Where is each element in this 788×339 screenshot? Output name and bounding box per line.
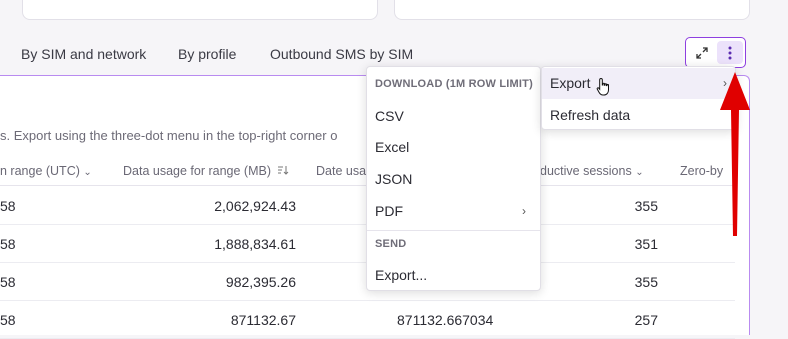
- tab-by-sim-and-network[interactable]: By SIM and network: [21, 46, 146, 62]
- more-actions-button[interactable]: [717, 41, 743, 64]
- cell-data-usage: 982,395.26: [225, 274, 296, 290]
- cell-sessions: 355: [634, 274, 658, 290]
- menu-item-refresh-data[interactable]: Refresh data: [542, 100, 735, 130]
- summary-card-left: [22, 0, 378, 20]
- cell-range: 58: [0, 274, 16, 290]
- more-vertical-icon: [728, 46, 732, 59]
- sort-icon: [278, 166, 289, 175]
- download-menu: DOWNLOAD (1M ROW LIMIT) CSV Excel JSON P…: [366, 66, 541, 291]
- tab-by-profile[interactable]: By profile: [178, 46, 236, 62]
- red-annotation-arrow: [720, 72, 750, 236]
- cell-date-usage: 871132.667034: [397, 312, 494, 328]
- column-header-data-usage[interactable]: Data usage for range (MB): [123, 164, 289, 178]
- cell-sessions: 351: [634, 236, 658, 252]
- cell-range: 58: [0, 198, 16, 214]
- column-header-date-usage[interactable]: Date usa: [316, 164, 366, 178]
- menu-item-export-parent[interactable]: Export ›: [542, 68, 735, 99]
- actions-menu: Export › Refresh data: [541, 66, 736, 130]
- expand-icon: [696, 46, 708, 59]
- cell-range: 58: [0, 312, 16, 328]
- cell-sessions: 355: [634, 198, 658, 214]
- expand-button[interactable]: [689, 41, 715, 64]
- menu-item-csv[interactable]: CSV: [367, 101, 540, 131]
- column-header-range[interactable]: n range (UTC) ⌄: [0, 164, 92, 178]
- report-tabs: By SIM and network By profile Outbound S…: [0, 40, 788, 68]
- summary-card-right: [394, 0, 750, 20]
- chevron-right-icon: ›: [522, 204, 526, 218]
- column-header-productive-sessions[interactable]: ductive sessions ⌄: [540, 164, 644, 178]
- cell-data-usage: 1,888,834.61: [214, 236, 296, 252]
- table-row: 58 871132.67 871132.667034 257: [0, 301, 735, 339]
- menu-divider: [367, 230, 540, 231]
- menu-item-excel[interactable]: Excel: [367, 132, 540, 162]
- menu-item-export[interactable]: Export...: [367, 260, 540, 290]
- cell-sessions: 257: [634, 312, 658, 328]
- hand-cursor-icon: [596, 77, 609, 96]
- chevron-down-icon: ⌄: [83, 167, 92, 178]
- menu-item-json[interactable]: JSON: [367, 164, 540, 194]
- chevron-down-icon: ⌄: [635, 167, 644, 178]
- tab-outbound-sms-by-sim[interactable]: Outbound SMS by SIM: [270, 46, 413, 62]
- download-section-header: DOWNLOAD (1M ROW LIMIT): [375, 78, 533, 90]
- send-section-header: SEND: [375, 238, 407, 250]
- column-header-zero-byte[interactable]: Zero-by: [680, 164, 723, 178]
- report-description: s. Export using the three-dot menu in th…: [0, 128, 338, 143]
- menu-item-pdf[interactable]: PDF ›: [367, 196, 540, 226]
- cell-data-usage: 871132.67: [230, 312, 296, 328]
- panel-toolbar: [685, 37, 746, 68]
- cell-range: 58: [0, 236, 16, 252]
- cell-data-usage: 2,062,924.43: [214, 198, 296, 214]
